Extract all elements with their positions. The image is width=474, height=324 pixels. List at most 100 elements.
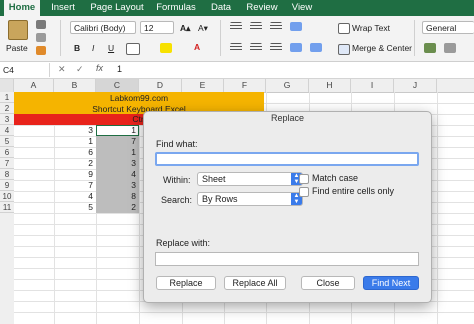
grid-line <box>14 312 474 313</box>
entire-cells-checkbox[interactable] <box>299 187 309 197</box>
column-header[interactable]: I <box>351 79 394 92</box>
column-header-selected[interactable]: C <box>96 79 139 92</box>
font-color-button[interactable]: A <box>194 41 200 53</box>
paste-icon[interactable] <box>8 20 28 40</box>
title-cell[interactable]: Labkom99.com <box>14 93 264 103</box>
search-select[interactable]: By Rows ▲ ▼ <box>197 192 303 206</box>
align-right-icon[interactable] <box>270 43 282 52</box>
tab-insert[interactable]: Insert <box>44 0 82 16</box>
tab-page-layout[interactable]: Page Layout <box>86 0 148 16</box>
cell-b9[interactable]: 7 <box>54 180 93 191</box>
borders-icon[interactable] <box>126 43 140 55</box>
enter-icon[interactable]: ✓ <box>76 64 84 75</box>
font-size-select[interactable]: 12 <box>140 21 174 34</box>
tab-data[interactable]: Data <box>206 0 236 16</box>
entire-cells-label[interactable]: Find entire cells only <box>312 186 394 196</box>
row-header[interactable]: 8 <box>0 169 14 180</box>
column-header[interactable]: J <box>394 79 437 92</box>
find-next-button[interactable]: Find Next <box>363 276 419 290</box>
select-all-corner[interactable] <box>0 79 14 92</box>
row-header[interactable]: 4 <box>0 125 14 136</box>
increase-indent-icon[interactable] <box>310 43 322 52</box>
align-top-icon[interactable] <box>230 22 242 31</box>
row-header[interactable]: 1 <box>0 92 14 103</box>
replace-button[interactable]: Replace <box>156 276 216 290</box>
bold-button[interactable]: B <box>74 42 80 54</box>
format-painter-icon[interactable] <box>36 46 46 55</box>
column-header[interactable]: F <box>224 79 266 92</box>
row-header[interactable]: 5 <box>0 136 14 147</box>
merge-center-icon[interactable] <box>338 44 350 55</box>
cell-c4[interactable]: 1 <box>96 125 136 136</box>
cell-c9[interactable]: 3 <box>96 180 136 191</box>
find-what-label: Find what: <box>156 139 198 149</box>
column-header[interactable]: G <box>266 79 309 92</box>
cell-c7[interactable]: 3 <box>96 158 136 169</box>
tab-view[interactable]: View <box>288 0 316 16</box>
replace-with-input[interactable] <box>155 252 419 266</box>
merge-center-button[interactable]: Merge & Center <box>352 42 412 54</box>
cell-b8[interactable]: 9 <box>54 169 93 180</box>
column-header[interactable]: D <box>139 79 182 92</box>
fill-color-icon[interactable] <box>160 43 172 53</box>
within-select[interactable]: Sheet ▲ ▼ <box>197 172 303 186</box>
cut-icon[interactable] <box>36 20 46 29</box>
match-case-label[interactable]: Match case <box>312 173 358 183</box>
ribbon-divider <box>60 20 61 56</box>
column-header[interactable]: E <box>182 79 224 92</box>
row-header[interactable]: 3 <box>0 114 14 125</box>
find-what-input[interactable] <box>155 152 419 166</box>
cell-b7[interactable]: 2 <box>54 158 93 169</box>
wrap-text-icon[interactable] <box>338 23 350 34</box>
percent-icon[interactable] <box>444 43 456 53</box>
close-button[interactable]: Close <box>301 276 355 290</box>
formula-input[interactable]: 1 <box>117 64 122 74</box>
search-label: Search: <box>161 195 193 205</box>
align-center-icon[interactable] <box>250 43 262 52</box>
replace-all-button[interactable]: Replace All <box>224 276 286 290</box>
cell-b6[interactable]: 6 <box>54 147 93 158</box>
font-name-select[interactable]: Calibri (Body) <box>70 21 136 34</box>
tab-home[interactable]: Home <box>4 0 40 16</box>
column-header[interactable]: A <box>14 79 54 92</box>
copy-icon[interactable] <box>36 33 46 42</box>
cell-c10[interactable]: 8 <box>96 191 136 202</box>
cell-c8[interactable]: 4 <box>96 169 136 180</box>
ribbon-divider <box>414 20 415 56</box>
row-header[interactable]: 10 <box>0 191 14 202</box>
align-bottom-icon[interactable] <box>270 22 282 31</box>
row-header[interactable]: 11 <box>0 202 14 213</box>
number-format-select[interactable]: General <box>422 21 474 34</box>
paste-button[interactable]: Paste <box>6 42 28 54</box>
decrease-indent-icon[interactable] <box>290 43 302 52</box>
tab-review[interactable]: Review <box>242 0 282 16</box>
row-header[interactable]: 6 <box>0 147 14 158</box>
cell-b5[interactable]: 1 <box>54 136 93 147</box>
cell-b10[interactable]: 4 <box>54 191 93 202</box>
cancel-icon[interactable]: ✕ <box>58 64 66 75</box>
cell-c6[interactable]: 1 <box>96 147 136 158</box>
underline-button[interactable]: U <box>108 42 114 54</box>
align-left-icon[interactable] <box>230 43 242 52</box>
currency-icon[interactable] <box>424 43 436 53</box>
cell-c5[interactable]: 7 <box>96 136 136 147</box>
column-header[interactable]: H <box>309 79 351 92</box>
match-case-checkbox[interactable] <box>299 174 309 184</box>
align-middle-icon[interactable] <box>250 22 262 31</box>
grow-font-button[interactable]: A▴ <box>180 22 190 34</box>
wrap-text-button[interactable]: Wrap Text <box>352 22 390 34</box>
function-icon[interactable]: fx <box>96 63 103 73</box>
row-header[interactable]: 7 <box>0 158 14 169</box>
name-box[interactable]: C4 <box>0 63 50 77</box>
row-header[interactable]: 9 <box>0 180 14 191</box>
cell-c11[interactable]: 2 <box>96 202 136 213</box>
cell-b4[interactable]: 3 <box>54 125 93 136</box>
tab-formulas[interactable]: Formulas <box>152 0 200 16</box>
row-header[interactable]: 2 <box>0 103 14 114</box>
cell-b11[interactable]: 5 <box>54 202 93 213</box>
shrink-font-button[interactable]: A▾ <box>198 22 208 34</box>
italic-button[interactable]: I <box>92 42 94 54</box>
dialog-title: Replace <box>270 113 305 123</box>
orientation-icon[interactable] <box>290 22 302 31</box>
column-header[interactable]: B <box>54 79 96 92</box>
